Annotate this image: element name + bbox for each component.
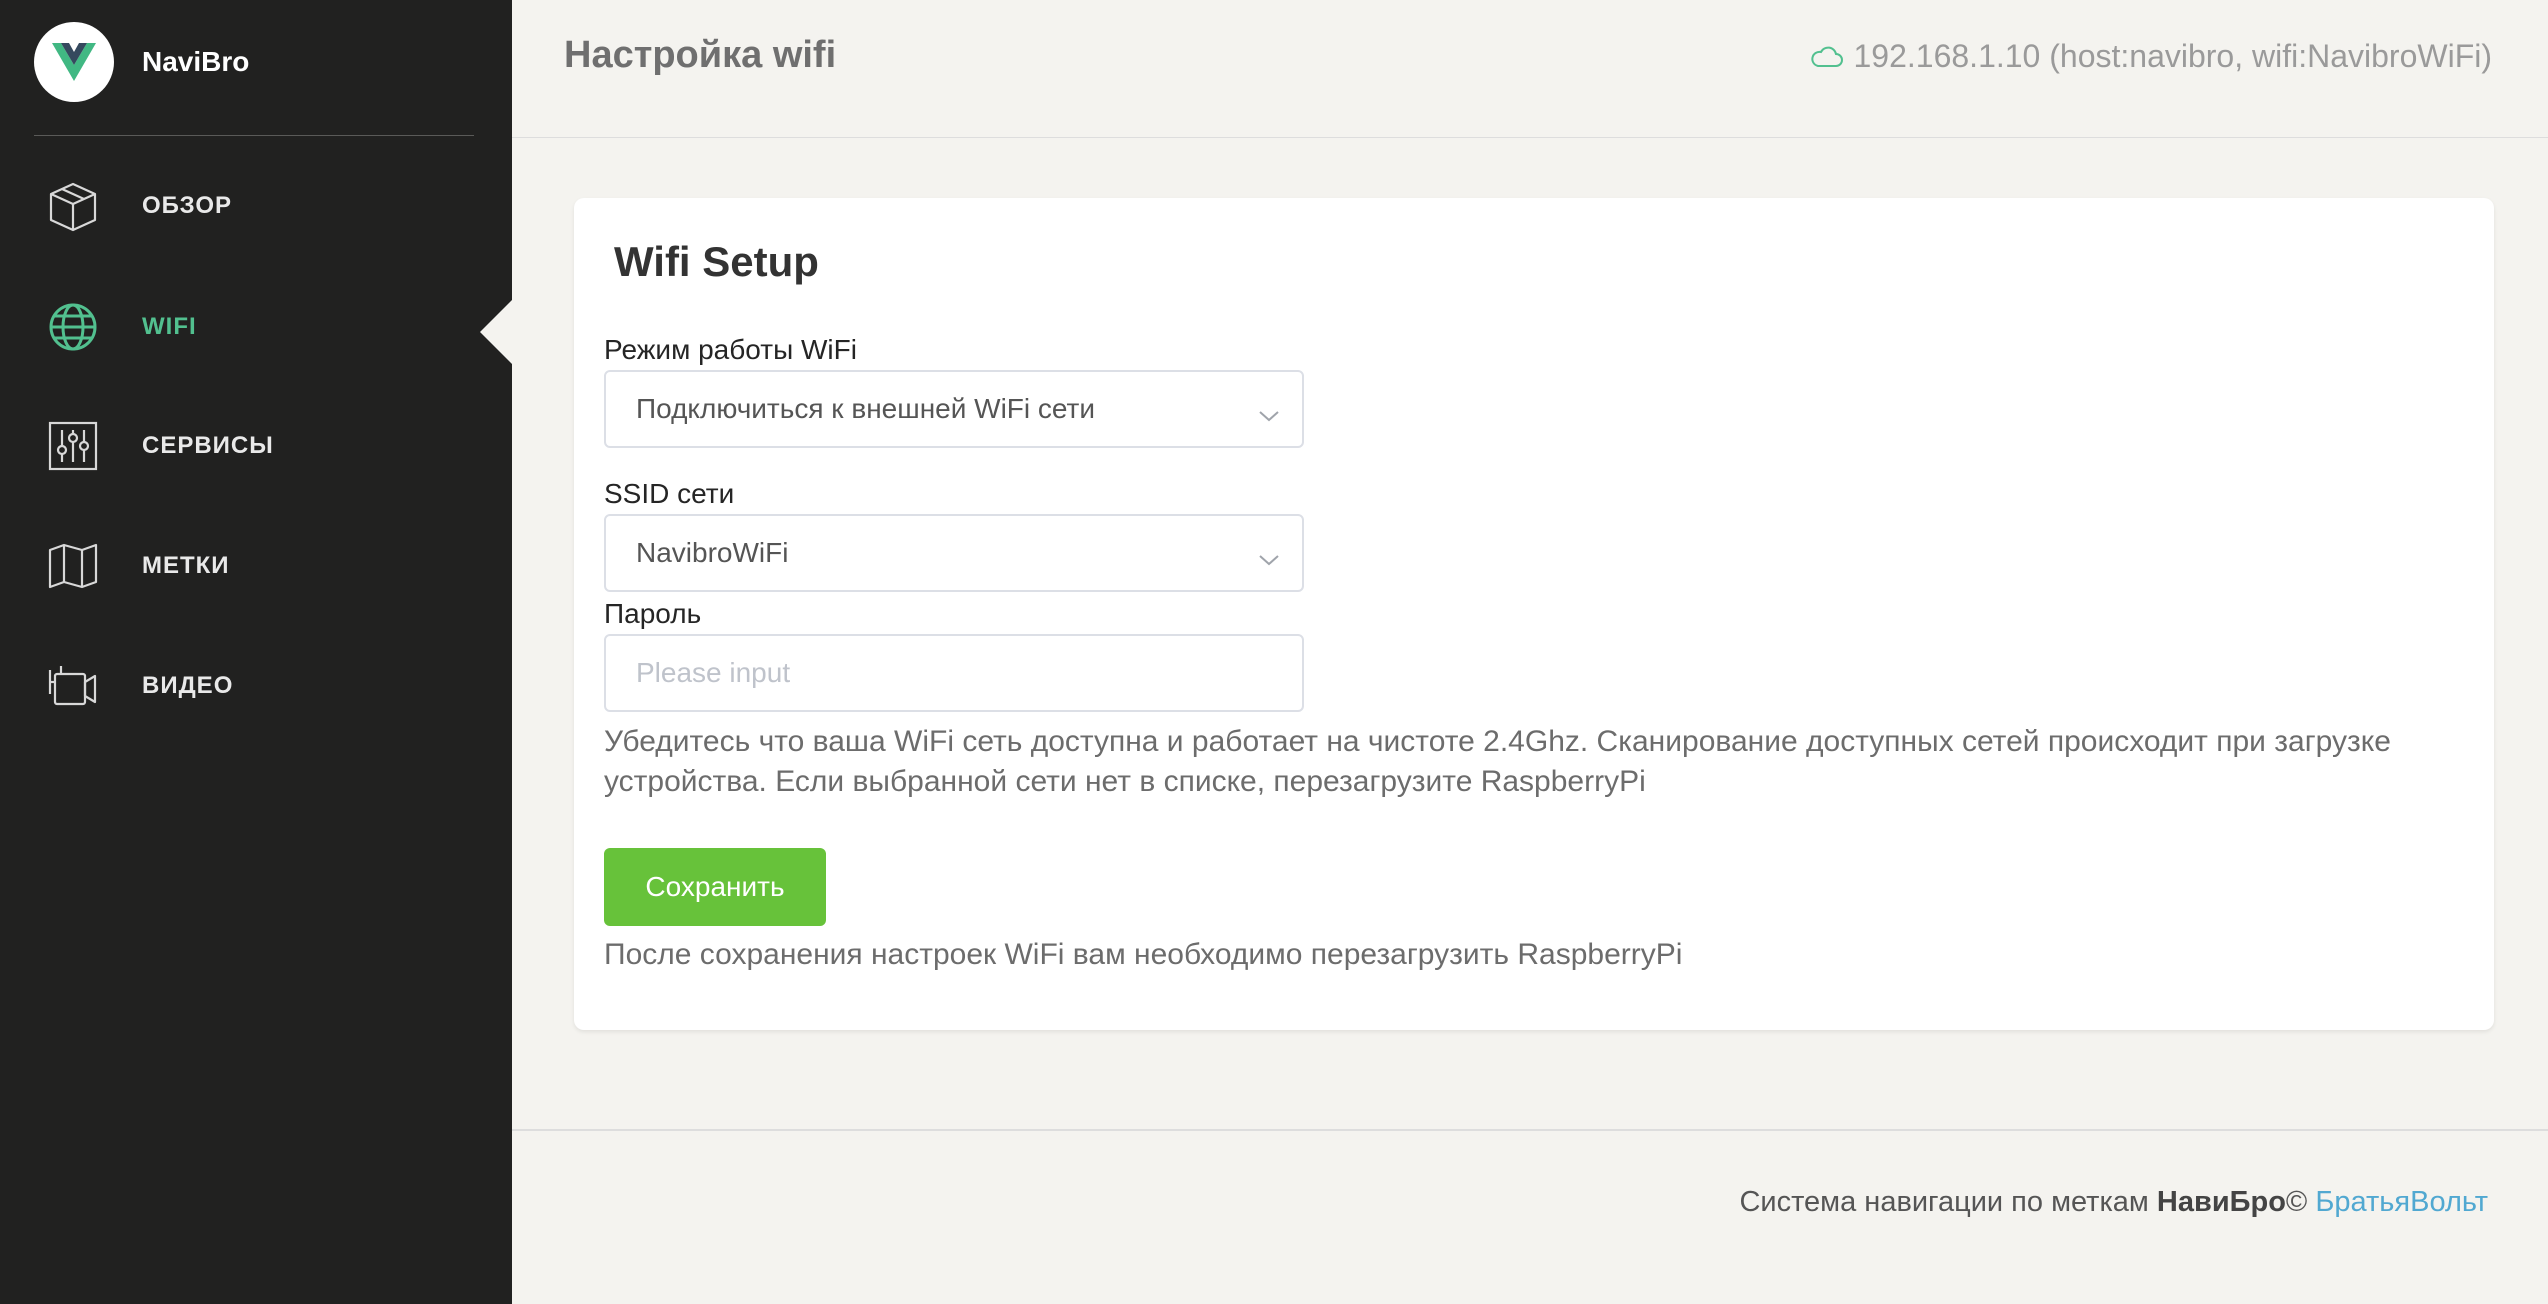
sidebar-item-label: ОБЗОР: [142, 192, 232, 219]
save-button[interactable]: Сохранить: [604, 848, 826, 926]
globe-icon: [46, 300, 100, 354]
password-placeholder: Please input: [636, 657, 791, 688]
password-label: Пароль: [604, 598, 702, 629]
sidebar-item-label: МЕТКИ: [142, 552, 230, 579]
card-title: Wifi Setup: [614, 238, 819, 285]
host-info: 192.168.1.10 (host:navibro, wifi:Navibro…: [1810, 38, 2493, 75]
cloud-icon: [1810, 46, 1844, 68]
brand-name: NaviBro: [142, 46, 250, 77]
sidebar-item-services[interactable]: СЕРВИСЫ: [46, 416, 274, 476]
sidebar-item-tags[interactable]: МЕТКИ: [46, 536, 230, 596]
sidebar-item-label: ВИДЕО: [142, 672, 234, 699]
footer-link[interactable]: БратьяВольт: [2315, 1186, 2488, 1218]
sidebar: NaviBro ОБЗОР WIFI СЕРВИСЫ МЕТКИ ВИДЕО: [0, 0, 514, 1304]
footer-text: Система навигации по меткам: [1739, 1186, 2149, 1218]
chevron-down-icon: [1258, 398, 1280, 430]
sidebar-item-wifi[interactable]: WIFI: [46, 297, 197, 357]
brand[interactable]: NaviBro: [34, 22, 249, 102]
after-save-note: После сохранения настроек WiFi вам необх…: [604, 938, 1683, 971]
wifi-mode-label: Режим работы WiFi: [604, 334, 857, 365]
box-icon: [46, 179, 100, 233]
chevron-down-icon: [1258, 542, 1280, 574]
host-info-text: 192.168.1.10 (host:navibro, wifi:Navibro…: [1853, 38, 2493, 74]
top-header: Настройка wifi 192.168.1.10 (host:navibr…: [512, 0, 2548, 138]
footer-brand: НавиБро: [2156, 1186, 2286, 1218]
wifi-mode-select[interactable]: Подключиться к внешней WiFi сети: [604, 370, 1304, 448]
sliders-icon: [46, 419, 100, 473]
wifi-setup-card: Wifi Setup Режим работы WiFi Подключитьс…: [574, 198, 2494, 1030]
password-input[interactable]: Please input: [604, 634, 1304, 712]
video-camera-icon: [46, 659, 100, 713]
sidebar-item-overview[interactable]: ОБЗОР: [46, 176, 232, 236]
footer-divider: [512, 1129, 2548, 1131]
ssid-label: SSID сети: [604, 478, 735, 509]
page-title: Настройка wifi: [564, 34, 837, 76]
sidebar-item-video[interactable]: ВИДЕО: [46, 656, 233, 716]
footer: Система навигации по меткам НавиБро© Бра…: [1739, 1186, 2488, 1219]
vue-logo-icon: [34, 22, 114, 102]
sidebar-item-label: WIFI: [142, 313, 197, 340]
ssid-select[interactable]: NavibroWiFi: [604, 514, 1304, 592]
sidebar-item-label: СЕРВИСЫ: [142, 432, 274, 459]
footer-copyright: ©: [2285, 1186, 2308, 1218]
wifi-mode-value: Подключиться к внешней WiFi сети: [636, 393, 1096, 424]
map-icon: [46, 539, 100, 593]
ssid-value: NavibroWiFi: [636, 537, 789, 568]
wifi-hint: Убедитесь что ваша WiFi сеть доступна и …: [604, 725, 2391, 798]
active-item-indicator: [480, 298, 514, 366]
sidebar-divider: [34, 135, 474, 136]
